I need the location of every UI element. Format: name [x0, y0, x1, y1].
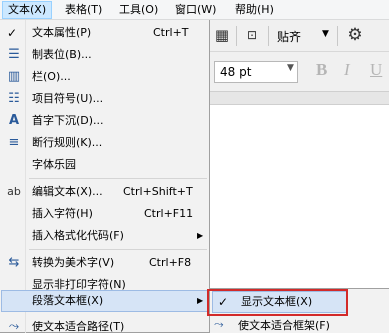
edit-text-icon: ab	[7, 185, 21, 198]
annotation-highlight-box	[207, 289, 348, 316]
menu-item-insert-character[interactable]: 插入字符(H) Ctrl+F11	[1, 203, 208, 225]
menu-item-drop-cap[interactable]: A 首字下沉(D)...	[1, 110, 208, 132]
menu-item-font-park[interactable]: 字体乐园	[1, 154, 208, 176]
fit-path-icon: ⤳	[8, 319, 20, 333]
toolbar-separator	[268, 26, 269, 46]
toolbar-separator	[337, 26, 338, 46]
bullet-list-icon: ☷	[8, 91, 20, 106]
menu-item-columns[interactable]: ▥ 栏(O)...	[1, 66, 208, 88]
chevron-down-icon[interactable]: ▼	[322, 29, 329, 39]
menu-item-fit-text-to-frame[interactable]: ⤳ 使文本适合框架(F)	[210, 317, 389, 333]
menu-item-label: 使文本适合框架(F)	[238, 319, 330, 332]
menu-window[interactable]: 窗口(W)	[170, 1, 221, 19]
menu-separator	[29, 249, 207, 250]
menu-separator	[29, 178, 207, 179]
bold-button[interactable]: B	[316, 60, 327, 80]
menu-table[interactable]: 表格(T)	[60, 1, 107, 19]
menu-tools[interactable]: 工具(O)	[114, 1, 163, 19]
submenu-arrow-icon: ▶	[197, 296, 204, 305]
menu-item-text-properties[interactable]: ✓ 文本属性(P) Ctrl+T	[1, 22, 208, 44]
italic-button[interactable]: I	[344, 60, 350, 80]
menu-item-label: 段落文本框(X)	[32, 294, 104, 307]
text-menu-dropdown: ✓ 文本属性(P) Ctrl+T ☰ 制表位(B)... ▥ 栏(O)... ☷…	[0, 20, 210, 333]
menu-item-label: 插入格式化代码(F)	[32, 229, 124, 242]
menu-item-shortcut: Ctrl+F8	[149, 256, 192, 269]
menu-item-bullets[interactable]: ☷ 项目符号(U)...	[1, 88, 208, 110]
drop-cap-icon: A	[8, 113, 20, 128]
menu-item-label: 字体乐园	[32, 158, 76, 171]
menu-item-label: 转换为美术字(V)	[32, 256, 115, 269]
gear-icon[interactable]: ⚙	[344, 25, 366, 45]
menu-item-shortcut: Ctrl+Shift+T	[123, 185, 193, 198]
menu-item-shortcut: Ctrl+F11	[144, 207, 194, 220]
toolbar-separator	[236, 26, 237, 46]
menubar: 文本(X) 表格(T) 工具(O) 窗口(W) 帮助(H)	[0, 0, 389, 20]
tab-stops-icon: ☰	[8, 47, 20, 62]
font-size-field[interactable]: 48 pt	[214, 61, 298, 83]
menu-help[interactable]: 帮助(H)	[230, 1, 279, 19]
menu-item-fit-text-to-path[interactable]: ⤳ 使文本适合路径(T)	[1, 316, 208, 333]
fit-frame-icon: ⤳	[214, 317, 224, 331]
menu-item-shortcut: Ctrl+T	[153, 26, 189, 39]
chevron-down-icon[interactable]: ▼	[287, 63, 294, 73]
table-icon[interactable]: ▦	[213, 26, 231, 44]
menu-item-convert-to-artistic[interactable]: ⇆ 转换为美术字(V) Ctrl+F8	[1, 252, 208, 274]
menu-item-label: 制表位(B)...	[32, 48, 92, 61]
menu-item-label: 插入字符(H)	[32, 207, 93, 220]
menu-item-label: 使文本适合路径(T)	[32, 320, 125, 333]
snap-to-button[interactable]: 贴齐	[277, 28, 301, 45]
line-break-icon: ≡	[8, 135, 20, 150]
columns-icon: ▥	[7, 69, 21, 84]
menu-item-insert-format-code[interactable]: 插入格式化代码(F) ▶	[1, 225, 208, 247]
menu-item-label: 断行规则(K)...	[32, 136, 103, 149]
menu-text[interactable]: 文本(X)	[2, 1, 53, 19]
menu-item-label: 编辑文本(X)...	[32, 185, 103, 198]
menu-item-tab-stops[interactable]: ☰ 制表位(B)...	[1, 44, 208, 66]
menu-item-label: 栏(O)...	[32, 70, 71, 83]
menu-item-label: 首字下沉(D)...	[32, 114, 104, 127]
menu-item-edit-text[interactable]: ab 编辑文本(X)... Ctrl+Shift+T	[1, 181, 208, 203]
font-size-value: 48 pt	[220, 65, 252, 79]
submenu-arrow-icon: ▶	[197, 231, 204, 240]
menu-item-paragraph-frame[interactable]: 段落文本框(X) ▶	[1, 290, 208, 312]
horizontal-ruler	[209, 91, 389, 105]
convert-text-icon: ⇆	[8, 255, 20, 270]
menu-item-label: 文本属性(P)	[32, 26, 92, 39]
menu-item-line-break-rules[interactable]: ≡ 断行规则(K)...	[1, 132, 208, 154]
underline-button[interactable]: U	[370, 60, 382, 80]
snap-grid-icon[interactable]: ⊡	[242, 26, 262, 44]
menu-item-label: 项目符号(U)...	[32, 92, 104, 105]
checkmark-icon: ✓	[7, 26, 18, 40]
